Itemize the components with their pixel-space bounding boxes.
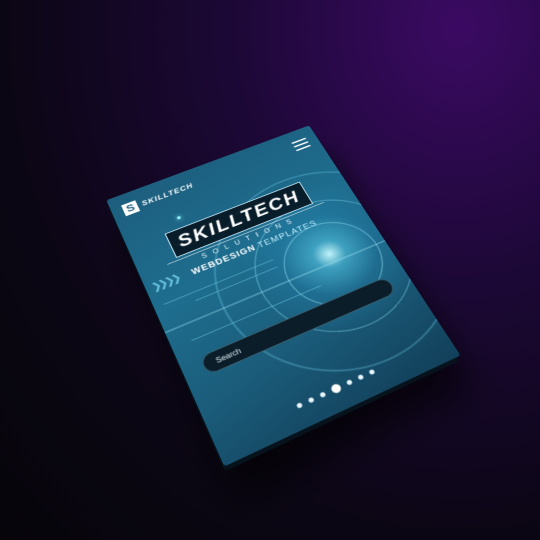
pagination-dot[interactable] <box>329 382 343 395</box>
pagination-dot[interactable] <box>307 396 315 404</box>
logo[interactable]: S SKILLTECH <box>121 180 195 216</box>
sparkle-icon <box>224 359 230 365</box>
pagination-dot[interactable] <box>295 402 304 409</box>
logo-text: SKILLTECH <box>140 181 195 208</box>
pagination-dot[interactable] <box>368 368 376 376</box>
phone-screen: S SKILLTECH SKILLTECH SOLUTIONS WEBDESIG… <box>106 125 461 467</box>
logo-mark-icon: S <box>121 200 140 216</box>
phone-mockup: S SKILLTECH SKILLTECH SOLUTIONS WEBDESIG… <box>106 125 461 472</box>
chevron-right-icon: ❯❯❯❯ <box>149 272 181 294</box>
search-bar[interactable] <box>199 276 398 376</box>
pagination-dot[interactable] <box>319 391 327 399</box>
pagination-dot[interactable] <box>345 379 354 386</box>
pagination-dot[interactable] <box>357 373 365 381</box>
scene: S SKILLTECH SKILLTECH SOLUTIONS WEBDESIG… <box>0 0 540 540</box>
hamburger-menu-icon[interactable] <box>291 137 311 152</box>
circuit-line <box>191 285 322 341</box>
sparkle-icon <box>176 215 182 220</box>
search-input[interactable] <box>211 284 385 367</box>
pagination-dots <box>213 333 451 449</box>
